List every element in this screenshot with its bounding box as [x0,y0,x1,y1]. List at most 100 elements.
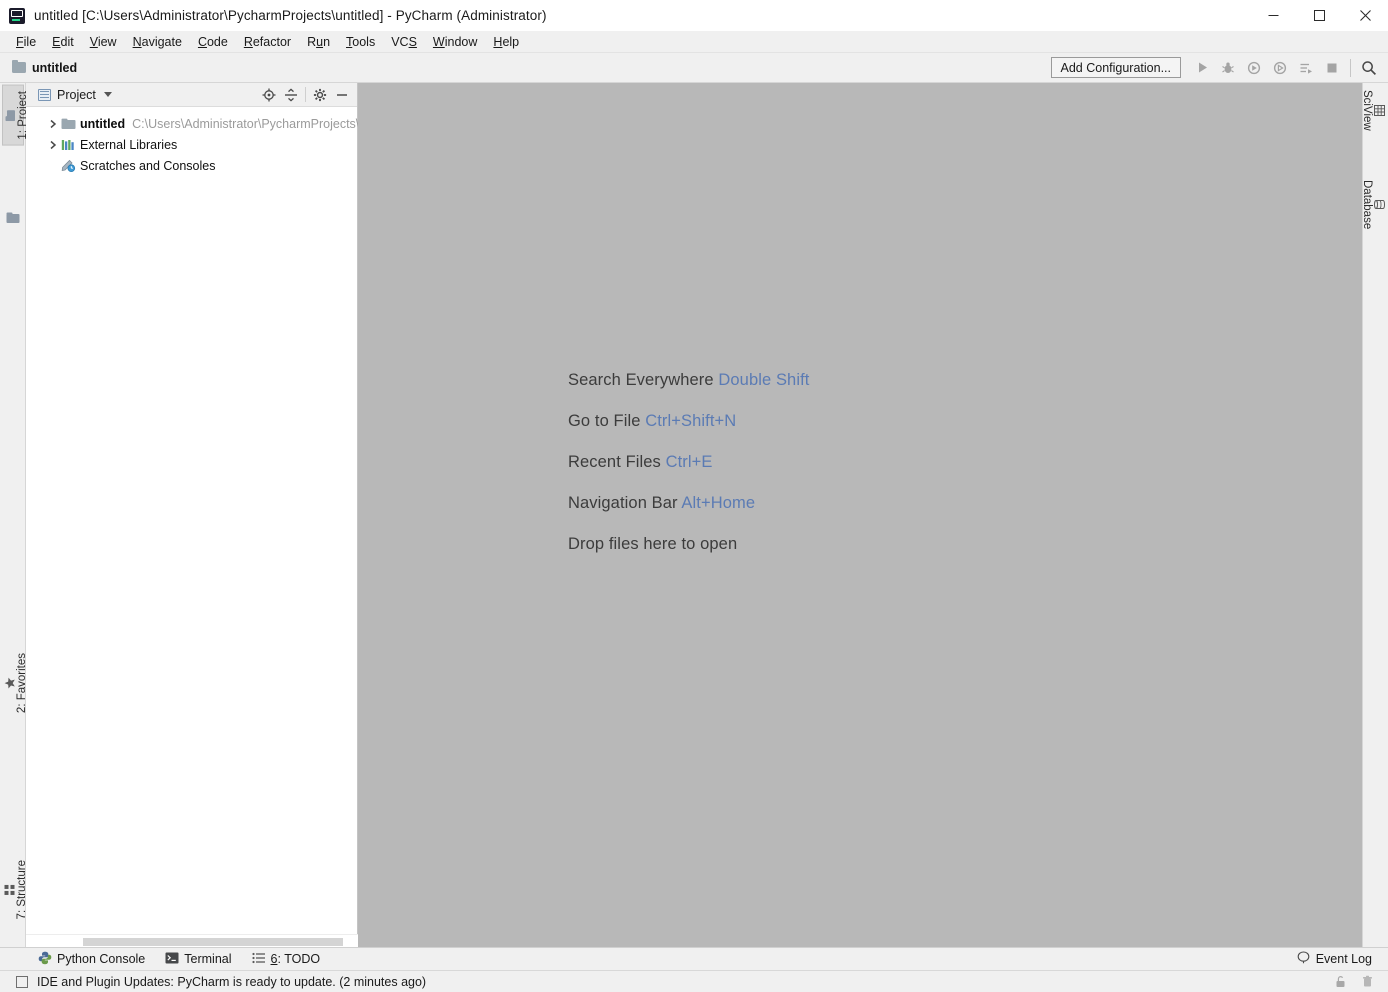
terminal-icon [165,952,179,967]
menu-help[interactable]: Help [485,33,527,51]
pycharm-logo-icon [9,7,25,24]
database-icon [1373,199,1385,210]
menu-tools[interactable]: Tools [338,33,383,51]
hint-search-everywhere-shortcut: Double Shift [718,371,810,389]
menu-window-rest: indow [444,34,478,49]
tree-node-scratches-and-consoles[interactable]: Scratches and Consoles [26,155,357,176]
hide-panel-button[interactable] [331,84,353,106]
tree-node-external-libraries-label: External Libraries [80,137,178,152]
hint-recent-files-text: Recent Files [568,453,661,471]
expand-arrow-icon[interactable] [46,140,60,150]
balloon-icon [1297,951,1310,967]
window-title: untitled [C:\Users\Administrator\Pycharm… [34,8,547,23]
event-log-label: Event Log [1315,952,1372,966]
star-icon [4,677,16,689]
scrollbar-thumb[interactable] [83,938,343,946]
structure-icon [4,884,16,896]
menu-window[interactable]: Window [425,33,485,51]
libraries-icon [60,139,76,151]
attach-process-button[interactable] [1293,55,1319,81]
window-controls [1250,0,1388,31]
bottom-tab-todo-rest: : TODO [277,952,321,966]
menu-edit[interactable]: Edit [44,33,82,51]
hint-search-everywhere: Search Everywhere Double Shift [568,371,809,390]
hint-go-to-file-shortcut: Ctrl+Shift+N [645,412,737,430]
right-tool-strip: SciView Database [1361,83,1388,947]
menu-refactor[interactable]: Refactor [236,33,299,51]
bottom-tab-python-console[interactable]: Python Console [28,948,155,971]
expand-arrow-icon[interactable] [46,119,60,129]
notification-icon[interactable] [16,975,28,988]
project-tree: untitled C:\Users\Administrator\PycharmP… [26,107,360,176]
menu-code[interactable]: Code [190,33,236,51]
status-bar-right [1334,975,1388,988]
memory-trash-icon[interactable] [1361,975,1374,988]
breadcrumb[interactable]: untitled [12,59,78,75]
hint-drop-files: Drop files here to open [568,535,809,554]
todo-icon [251,952,266,967]
bottom-tab-todo-label: 6: TODO [271,952,321,966]
gear-icon[interactable] [309,84,331,106]
maximize-button[interactable] [1296,0,1342,31]
bottom-tab-terminal-label: Terminal [184,952,232,966]
lock-icon[interactable] [1334,975,1347,988]
debug-button[interactable] [1215,55,1241,81]
project-panel-title: Project [57,87,96,102]
hint-navigation-bar-text: Navigation Bar [568,494,678,512]
sidebar-item-sciview[interactable]: SciView [1361,85,1387,136]
status-bar: IDE and Plugin Updates: PyCharm is ready… [0,970,1388,992]
breadcrumb-label: untitled [32,60,78,75]
pycharm-window: untitled [C:\Users\Administrator\Pycharm… [0,0,1388,992]
sidebar-item-favorites[interactable]: 2: Favorites [2,648,28,718]
bottom-tab-todo[interactable]: 6: TODO [242,948,331,971]
hint-search-everywhere-text: Search Everywhere [568,371,714,389]
run-button[interactable] [1189,55,1215,81]
menu-view-rest: iew [97,34,117,49]
left-tool-strip: 1: Project 2: Favorites 7: Structure [0,83,29,947]
minimize-button[interactable] [1250,0,1296,31]
tree-node-untitled-path: C:\Users\Administrator\PycharmProjects\ [132,116,360,131]
run-toolbar: Add Configuration... [1050,53,1388,83]
editor-hints: Search Everywhere Double Shift Go to Fil… [568,371,809,554]
sciview-icon [1373,104,1385,116]
sidebar-item-database-label: Database [1361,180,1373,230]
tree-node-external-libraries[interactable]: External Libraries [26,134,357,155]
scratches-icon [60,159,76,172]
hint-go-to-file-text: Go to File [568,412,641,430]
menu-file[interactable]: File [8,33,44,51]
search-everywhere-button[interactable] [1356,55,1382,81]
menu-navigate[interactable]: Navigate [125,33,190,51]
stop-button[interactable] [1319,55,1345,81]
run-with-coverage-button[interactable] [1241,55,1267,81]
tree-node-untitled-label: untitled [80,116,126,131]
scroll-from-source-button[interactable] [258,84,280,106]
project-horizontal-scrollbar[interactable] [26,934,358,947]
menu-run[interactable]: Run [299,33,338,51]
menu-vcs[interactable]: VCS [383,33,425,51]
status-message[interactable]: IDE and Plugin Updates: PyCharm is ready… [37,975,426,989]
project-icon [5,109,17,121]
tree-node-untitled[interactable]: untitled C:\Users\Administrator\PycharmP… [26,113,360,134]
project-folder-mini-icon[interactable] [6,211,20,223]
navigation-bar: untitled Add Configuration... [0,53,1388,83]
hint-navigation-bar: Navigation Bar Alt+Home [568,494,809,513]
menu-tools-rest: ools [352,34,376,49]
project-panel-header: Project [26,83,357,107]
sidebar-item-structure[interactable]: 7: Structure [2,855,28,924]
project-view-icon [38,88,51,101]
event-log-button[interactable]: Event Log [1297,951,1372,967]
title-bar: untitled [C:\Users\Administrator\Pycharm… [0,0,1388,31]
hint-go-to-file: Go to File Ctrl+Shift+N [568,412,809,431]
toolbar-separator [1350,58,1351,77]
python-icon [38,951,52,968]
sidebar-item-database[interactable]: Database [1361,175,1387,234]
profile-button[interactable] [1267,55,1293,81]
close-button[interactable] [1342,0,1388,31]
bottom-tab-terminal[interactable]: Terminal [155,948,241,971]
menu-view[interactable]: View [82,33,125,51]
collapse-all-button[interactable] [280,84,302,106]
menu-bar: File Edit View Navigate Code Refactor Ru… [0,31,1388,53]
sidebar-item-project[interactable]: 1: Project [2,85,29,146]
chevron-down-icon[interactable] [103,92,112,97]
add-configuration-button[interactable]: Add Configuration... [1050,57,1181,78]
